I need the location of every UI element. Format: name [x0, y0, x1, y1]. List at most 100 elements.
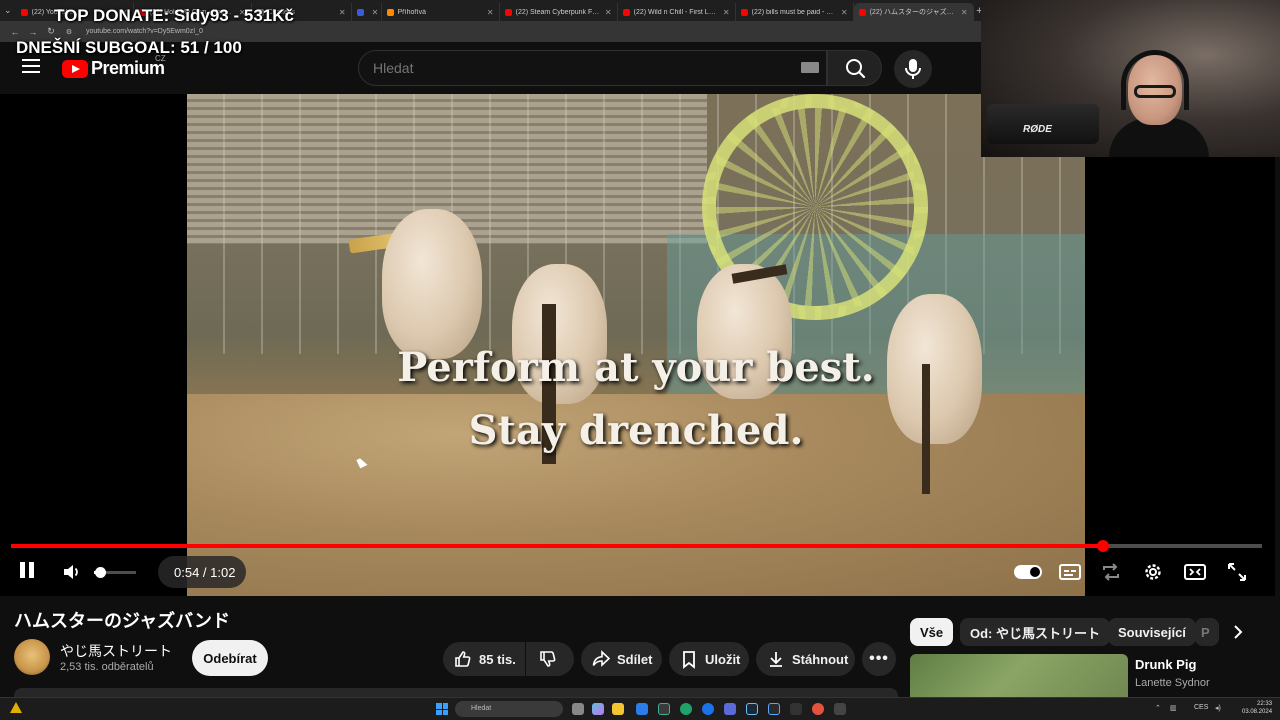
- chips-next-button[interactable]: [1228, 620, 1248, 644]
- gear-icon: [1145, 564, 1161, 580]
- obs-icon[interactable]: [790, 703, 802, 715]
- tab-favicon-icon: [356, 8, 364, 16]
- browser-tab[interactable]: (22) Wild n Chill - First Look Ga ✕: [618, 3, 736, 21]
- app-icon[interactable]: [768, 703, 780, 715]
- tab-favicon-icon: [858, 8, 866, 16]
- autoplay-toggle[interactable]: [1014, 565, 1042, 579]
- speaker-icon[interactable]: ◂): [1215, 704, 1221, 712]
- subscribe-button[interactable]: Odebírat: [192, 640, 268, 676]
- share-icon: [592, 650, 611, 667]
- voice-search-button[interactable]: [894, 50, 932, 88]
- windows-start-icon[interactable]: [436, 703, 448, 715]
- site-info-icon[interactable]: ⚙: [60, 28, 78, 36]
- share-button[interactable]: Sdílet: [581, 642, 662, 676]
- channel-name[interactable]: やじ馬ストリート: [60, 641, 172, 661]
- tab-close-icon[interactable]: ✕: [339, 8, 346, 17]
- tab-close-icon[interactable]: ✕: [487, 8, 494, 17]
- progress-scrubber[interactable]: [1097, 540, 1110, 552]
- headphones: [1121, 50, 1189, 110]
- tab-close-icon[interactable]: ✕: [961, 8, 968, 17]
- repeat-icon: [1103, 563, 1119, 581]
- search-icon: [846, 59, 866, 79]
- browser-tab[interactable]: ✕: [352, 3, 382, 21]
- browser-icon[interactable]: [702, 703, 714, 715]
- reload-icon[interactable]: ↻: [42, 26, 60, 37]
- menu-icon[interactable]: [22, 59, 40, 73]
- browser-tab[interactable]: (22) bills must be paid - YouTub ✕: [736, 3, 854, 21]
- chip-from-channel[interactable]: Od: やじ馬ストリート: [960, 618, 1110, 646]
- recommendation-channel[interactable]: Lanette Sydnor: [1135, 677, 1210, 689]
- network-icon[interactable]: ▥: [1170, 704, 1177, 712]
- tab-close-icon[interactable]: ✕: [841, 8, 848, 17]
- channel-avatar[interactable]: [14, 639, 50, 675]
- theater-mode-button[interactable]: [1183, 560, 1207, 584]
- chrome-icon[interactable]: [658, 703, 670, 715]
- chip-more[interactable]: P: [1195, 618, 1219, 646]
- file-explorer-icon[interactable]: [612, 703, 624, 715]
- tab-list-chevron-icon[interactable]: ⌄: [0, 0, 16, 21]
- forward-icon[interactable]: →: [24, 27, 42, 37]
- search-box: [358, 50, 827, 86]
- widgets-icon[interactable]: [592, 703, 604, 715]
- tab-close-icon[interactable]: ✕: [372, 8, 379, 17]
- tab-close-icon[interactable]: ✕: [605, 8, 612, 17]
- keyboard-icon[interactable]: [801, 62, 819, 73]
- save-label: Uložit: [705, 651, 741, 667]
- progress-bar[interactable]: [11, 540, 1262, 552]
- language-indicator[interactable]: CES: [1194, 704, 1208, 711]
- subtitles-button[interactable]: [1058, 560, 1082, 584]
- app2-icon[interactable]: [812, 703, 824, 715]
- chip-all[interactable]: Vše: [910, 618, 954, 646]
- pause-button[interactable]: [20, 560, 38, 584]
- mute-button[interactable]: [62, 560, 82, 584]
- tray-chevron-icon[interactable]: ⌃: [1155, 704, 1161, 712]
- video-frame[interactable]: Perform at your best. Stay drenched.: [187, 94, 1085, 596]
- loop-button[interactable]: [1099, 560, 1123, 584]
- search-input[interactable]: [359, 51, 779, 85]
- discord-icon[interactable]: [724, 703, 736, 715]
- taskbar-search-input[interactable]: Hledat: [455, 701, 563, 717]
- download-button[interactable]: Stáhnout: [756, 642, 855, 676]
- more-actions-button[interactable]: •••: [862, 642, 896, 676]
- url-field[interactable]: youtube.com/watch?v=Dy5Ewm0zI_0: [86, 28, 203, 35]
- browser-tab[interactable]: Příhořívá ✕: [382, 3, 500, 21]
- webcam-overlay: RØDE: [981, 0, 1280, 157]
- fullscreen-icon: [1228, 563, 1246, 581]
- tab-close-icon[interactable]: ✕: [723, 8, 730, 17]
- volume-icon: [64, 565, 78, 579]
- windows-taskbar: Hledat ⌃ ▥ CES ◂) 22:33 03.08.2024: [0, 697, 1280, 720]
- theater-icon: [1184, 564, 1206, 580]
- tab-title: (22) Steam Cyberpunk Fest 2024: [515, 8, 601, 16]
- like-button[interactable]: 85 tis.: [443, 642, 525, 676]
- settings-button[interactable]: [1141, 560, 1165, 584]
- thumbs-up-icon: [455, 651, 471, 667]
- warning-icon[interactable]: [10, 702, 22, 713]
- terminal-icon[interactable]: [834, 703, 846, 715]
- youtube-premium-logo[interactable]: Premium CZ: [62, 54, 166, 79]
- chip-related[interactable]: Související: [1108, 618, 1196, 646]
- mail-icon[interactable]: [636, 703, 648, 715]
- video-caption-line1: Perform at your best.: [397, 344, 875, 391]
- browser-tab[interactable]: (22) Steam Cyberpunk Fest 2024 ✕: [500, 3, 618, 21]
- fullscreen-button[interactable]: [1225, 560, 1249, 584]
- task-view-icon[interactable]: [572, 703, 584, 715]
- tab-favicon-icon: [622, 8, 630, 16]
- volume-knob[interactable]: [95, 567, 107, 578]
- recommendation-title[interactable]: Drunk Pig: [1135, 657, 1196, 672]
- bookmark-icon: [683, 651, 695, 669]
- dislike-button[interactable]: [526, 642, 574, 676]
- video-player[interactable]: Perform at your best. Stay drenched. 0:5…: [0, 94, 1275, 596]
- more-horizontal-icon: •••: [869, 650, 889, 667]
- taskbar-clock[interactable]: 22:33 03.08.2024: [1242, 700, 1272, 716]
- back-icon[interactable]: ←: [6, 27, 24, 37]
- browser-tab[interactable]: (22) ハムスターのジャズバンド - ✕: [853, 3, 974, 21]
- video-title: ハムスターのジャズバンド: [14, 611, 230, 631]
- microphone-icon: [905, 59, 921, 79]
- search-button[interactable]: [827, 50, 882, 86]
- subtitles-icon: [1059, 564, 1081, 580]
- steam-icon[interactable]: [746, 703, 758, 715]
- save-button[interactable]: Uložit: [669, 642, 749, 676]
- edge-icon[interactable]: [680, 703, 692, 715]
- time-display: 0:54 / 1:02: [174, 565, 236, 580]
- volume-slider[interactable]: [94, 567, 136, 578]
